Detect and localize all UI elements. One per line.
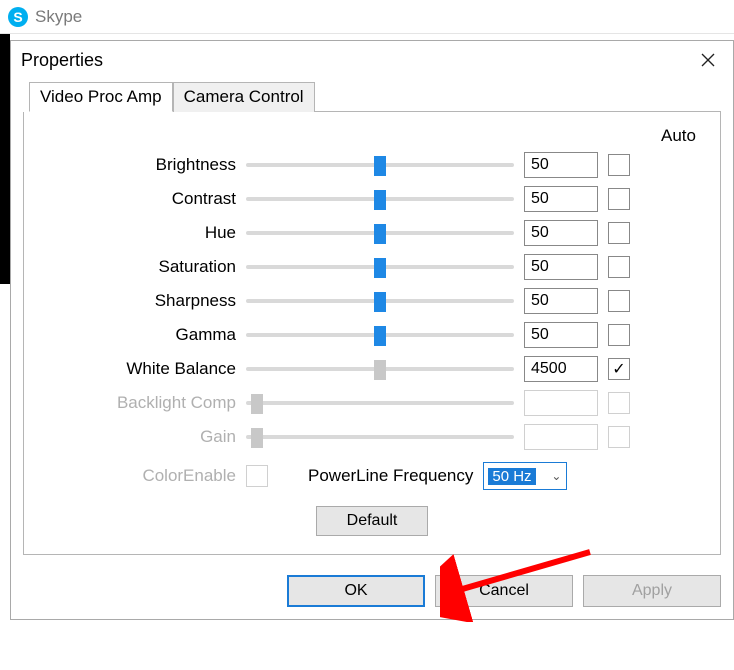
dialog-footer: OK Cancel Apply	[11, 565, 733, 619]
auto-checkbox[interactable]: ✓	[608, 358, 630, 380]
powerline-selected: 50 Hz	[488, 468, 535, 485]
auto-checkbox[interactable]	[608, 324, 630, 346]
slider-thumb[interactable]	[374, 258, 386, 278]
close-button[interactable]	[693, 45, 723, 75]
slider-value-input	[524, 390, 598, 416]
slider-value-input	[524, 424, 598, 450]
cancel-button-label: Cancel	[479, 582, 529, 600]
dialog-body: Video Proc Amp Camera Control Auto Brigh…	[11, 81, 733, 565]
slider-label: Sharpness	[36, 291, 246, 311]
slider-thumb[interactable]	[374, 156, 386, 176]
slider-row: Backlight Comp	[36, 390, 708, 416]
auto-checkbox[interactable]	[608, 222, 630, 244]
close-icon	[701, 53, 715, 67]
slider-label: Saturation	[36, 257, 246, 277]
slider-track[interactable]	[246, 358, 514, 380]
slider-thumb	[251, 428, 263, 448]
auto-checkbox	[608, 392, 630, 414]
slider-row: White Balance 4500 ✓	[36, 356, 708, 382]
slider-track[interactable]	[246, 324, 514, 346]
slider-track[interactable]	[246, 188, 514, 210]
slider-thumb[interactable]	[374, 224, 386, 244]
slider-label: Gain	[36, 427, 246, 447]
slider-thumb[interactable]	[374, 292, 386, 312]
powerline-label: PowerLine Frequency	[308, 466, 473, 486]
parent-left-edge	[0, 34, 10, 284]
slider-value-input[interactable]: 4500	[524, 356, 598, 382]
skype-icon-letter: S	[13, 9, 22, 25]
slider-row: Hue 50	[36, 220, 708, 246]
auto-checkbox[interactable]	[608, 188, 630, 210]
slider-row: Contrast 50	[36, 186, 708, 212]
chevron-down-icon: ⌄	[551, 469, 561, 483]
parent-titlebar: S Skype	[0, 0, 734, 34]
slider-label: Hue	[36, 223, 246, 243]
slider-row: Gamma 50	[36, 322, 708, 348]
slider-row: Brightness 50	[36, 152, 708, 178]
slider-value-input[interactable]: 50	[524, 152, 598, 178]
slider-row: Saturation 50	[36, 254, 708, 280]
powerline-combobox[interactable]: 50 Hz ⌄	[483, 462, 567, 490]
skype-icon: S	[8, 7, 28, 27]
bottom-controls-row: ColorEnable PowerLine Frequency 50 Hz ⌄	[36, 462, 708, 490]
dialog-title: Properties	[21, 50, 103, 71]
tab-camera-control[interactable]: Camera Control	[173, 82, 315, 112]
auto-checkbox[interactable]	[608, 256, 630, 278]
slider-row: Sharpness 50	[36, 288, 708, 314]
slider-track	[246, 426, 514, 448]
tab-video-proc-amp[interactable]: Video Proc Amp	[29, 82, 173, 112]
slider-value-input[interactable]: 50	[524, 254, 598, 280]
slider-label: Brightness	[36, 155, 246, 175]
slider-track[interactable]	[246, 222, 514, 244]
slider-track[interactable]	[246, 290, 514, 312]
slider-row: Gain	[36, 424, 708, 450]
slider-thumb[interactable]	[374, 360, 386, 380]
cancel-button[interactable]: Cancel	[435, 575, 573, 607]
default-button[interactable]: Default	[316, 506, 428, 536]
slider-label: White Balance	[36, 359, 246, 379]
slider-value-input[interactable]: 50	[524, 186, 598, 212]
tabstrip: Video Proc Amp Camera Control	[29, 81, 721, 112]
slider-thumb[interactable]	[374, 326, 386, 346]
apply-button-label: Apply	[632, 582, 672, 600]
slider-track[interactable]	[246, 154, 514, 176]
slider-thumb	[251, 394, 263, 414]
slider-label: Contrast	[36, 189, 246, 209]
slider-value-input[interactable]: 50	[524, 288, 598, 314]
parent-title: Skype	[35, 7, 82, 27]
slider-track-bg	[246, 435, 514, 439]
tab-label: Camera Control	[184, 87, 304, 106]
ok-button-label: OK	[344, 582, 367, 600]
slider-track-bg	[246, 401, 514, 405]
auto-column-header: Auto	[36, 126, 708, 146]
colorenable-checkbox	[246, 465, 268, 487]
slider-thumb[interactable]	[374, 190, 386, 210]
auto-checkbox[interactable]	[608, 154, 630, 176]
slider-value-input[interactable]: 50	[524, 322, 598, 348]
auto-checkbox[interactable]	[608, 290, 630, 312]
slider-value-input[interactable]: 50	[524, 220, 598, 246]
dialog-titlebar: Properties	[11, 41, 733, 81]
default-button-label: Default	[347, 512, 398, 530]
slider-track[interactable]	[246, 256, 514, 278]
properties-dialog: Properties Video Proc Amp Camera Control…	[10, 40, 734, 620]
tab-label: Video Proc Amp	[40, 87, 162, 106]
ok-button[interactable]: OK	[287, 575, 425, 607]
apply-button[interactable]: Apply	[583, 575, 721, 607]
tabpanel-video-proc-amp: Auto Brightness50Contrast50Hue50Saturati…	[23, 112, 721, 555]
slider-track	[246, 392, 514, 414]
slider-label: Gamma	[36, 325, 246, 345]
slider-label: Backlight Comp	[36, 393, 246, 413]
colorenable-label: ColorEnable	[36, 466, 246, 486]
auto-checkbox	[608, 426, 630, 448]
